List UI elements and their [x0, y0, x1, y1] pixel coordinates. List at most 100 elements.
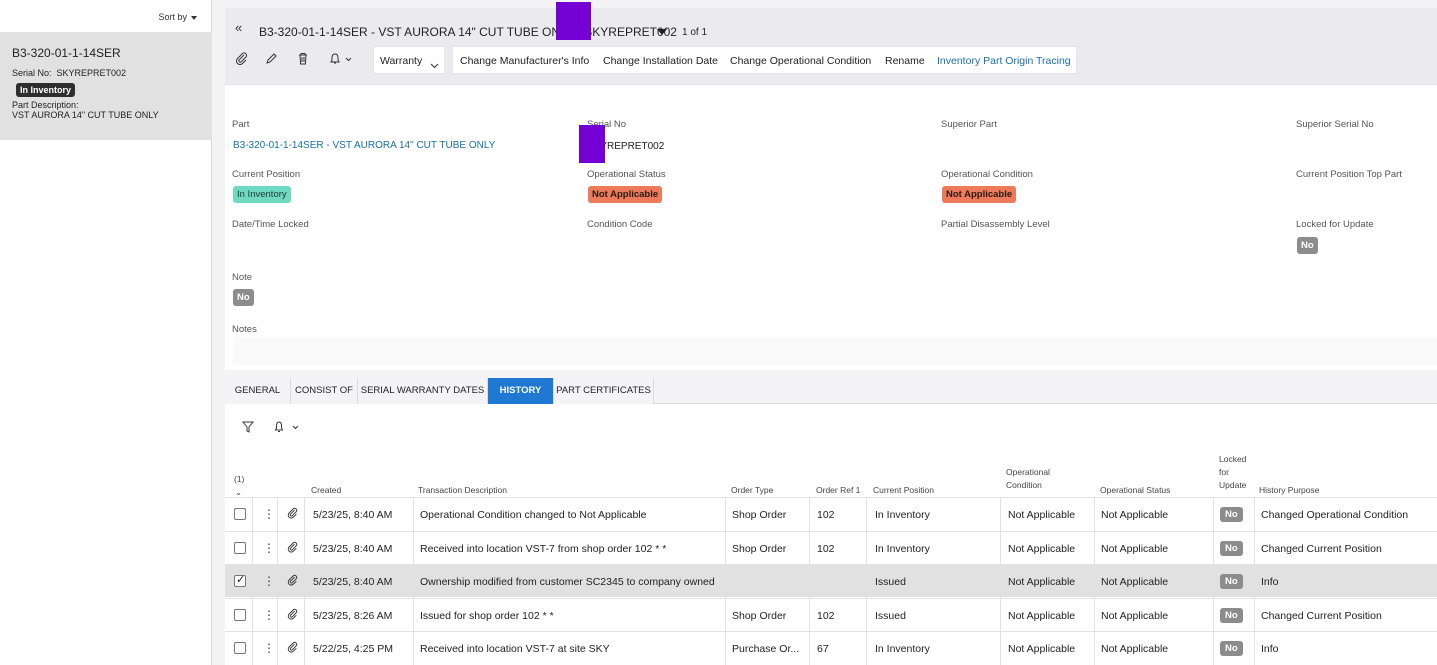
col-history-purpose[interactable]: History Purpose — [1259, 484, 1319, 497]
column-divider — [725, 632, 726, 665]
current-position-top-part-label: Current Position Top Part — [1296, 169, 1402, 180]
column-divider — [304, 632, 305, 665]
column-divider — [809, 498, 810, 531]
more-options-icon[interactable]: ⋮ — [263, 541, 275, 555]
notes-label: Notes — [232, 324, 257, 335]
change-installation-date-button[interactable]: Change Installation Date — [603, 55, 718, 67]
attachment-icon[interactable] — [287, 574, 298, 589]
column-divider — [1000, 531, 1001, 565]
more-options-icon[interactable]: ⋮ — [263, 641, 275, 655]
attachment-icon[interactable] — [287, 608, 298, 623]
sort-by-dropdown[interactable]: Sort by — [158, 12, 197, 22]
part-desc-value: VST AURORA 14" CUT TUBE ONLY — [12, 110, 159, 120]
note-label: Note — [232, 272, 253, 283]
row-checkbox[interactable] — [234, 642, 246, 654]
col-order-ref[interactable]: Order Ref 1 — [816, 484, 860, 497]
edit-pencil-icon[interactable] — [265, 52, 278, 68]
locked-for-update-badge: No — [1220, 574, 1243, 589]
column-divider — [725, 498, 726, 531]
notification-bell-icon[interactable] — [274, 421, 300, 436]
date-time-locked-label: Date/Time Locked — [232, 219, 309, 230]
col-operational-status[interactable]: Operational Status — [1100, 484, 1170, 497]
cell-operational-status: Not Applicable — [1101, 576, 1169, 588]
cell-history-purpose: Changed Current Position — [1261, 542, 1382, 555]
tab-serial-warranty-dates[interactable]: SERIAL WARRANTY DATES — [358, 378, 488, 404]
column-divider — [413, 498, 414, 531]
col-order-type[interactable]: Order Type — [731, 484, 773, 497]
cell-order-ref: 102 — [817, 509, 835, 521]
col-created[interactable]: Created — [311, 484, 341, 497]
table-row[interactable]: ⋮ 5/22/25, 4:25 PM Received into location … — [225, 631, 1437, 665]
column-divider — [1000, 565, 1001, 598]
column-divider — [277, 565, 278, 598]
cell-operational-status: Not Applicable — [1101, 609, 1169, 622]
column-divider — [866, 498, 867, 531]
tab-part-certificates[interactable]: PART CERTIFICATES — [554, 378, 654, 404]
cell-operational-condition: Not Applicable — [1008, 542, 1076, 555]
column-divider — [1254, 498, 1255, 531]
column-divider — [304, 565, 305, 598]
part-link[interactable]: B3-320-01-1-14SER - VST AURORA 14" CUT T… — [233, 140, 495, 151]
attachment-icon[interactable] — [287, 507, 298, 522]
col-operational-condition[interactable]: Operational Condition — [1006, 466, 1066, 492]
column-divider — [809, 632, 810, 665]
attachment-icon[interactable] — [235, 52, 248, 68]
table-row[interactable]: ⋮ 5/23/25, 8:40 AM Received into location … — [225, 530, 1437, 565]
column-divider — [725, 565, 726, 598]
row-checkbox[interactable] — [234, 508, 246, 520]
col-transaction-description[interactable]: Transaction Description — [418, 484, 507, 497]
row-checkbox[interactable] — [234, 541, 246, 554]
notification-bell-icon[interactable] — [329, 52, 353, 68]
more-options-icon[interactable]: ⋮ — [263, 574, 275, 588]
record-count: 1 of 1 — [682, 27, 708, 38]
cell-history-purpose: Changed Current Position — [1261, 609, 1382, 622]
table-row[interactable]: ⋮ 5/23/25, 8:40 AM Operational Condition c… — [225, 497, 1437, 531]
tab-general[interactable]: GENERAL — [225, 378, 291, 404]
action-button-group: Change Manufacturer's Info Change Instal… — [452, 46, 1077, 74]
cell-order-ref: 102 — [817, 609, 835, 622]
notes-field[interactable] — [233, 337, 1437, 365]
inventory-part-origin-tracing-link[interactable]: Inventory Part Origin Tracing — [937, 55, 1071, 67]
sort-by-label: Sort by — [158, 12, 187, 22]
note-badge: No — [233, 289, 254, 306]
row-checkbox[interactable] — [234, 608, 246, 621]
cell-operational-condition: Not Applicable — [1008, 576, 1076, 588]
chevron-down-icon — [191, 15, 197, 20]
cell-created: 5/23/25, 8:40 AM — [313, 542, 393, 555]
sidebar: Sort by B3-320-01-1-14SER Serial No: SKY… — [0, 0, 212, 665]
column-divider — [252, 565, 253, 598]
more-options-icon[interactable]: ⋮ — [263, 507, 275, 521]
cell-order-type: Shop Order — [732, 542, 787, 555]
column-divider — [866, 598, 867, 632]
tab-history[interactable]: HISTORY — [488, 378, 554, 404]
col-current-position[interactable]: Current Position — [873, 484, 934, 497]
cell-operational-condition: Not Applicable — [1008, 643, 1076, 655]
locked-for-update-badge: No — [1220, 507, 1243, 522]
redaction-block — [556, 2, 591, 40]
cell-order-type: Purchase Or... — [732, 643, 800, 655]
column-divider — [1213, 498, 1214, 531]
cell-transaction-description: Operational Condition changed to Not App… — [420, 509, 647, 521]
title-dropdown-icon[interactable] — [657, 29, 667, 35]
double-chevron-left-icon[interactable]: « — [235, 20, 242, 35]
delete-trash-icon[interactable] — [297, 52, 309, 68]
table-row[interactable]: ⋮ 5/23/25, 8:40 AM Ownership modified from… — [225, 564, 1437, 598]
column-divider — [866, 632, 867, 665]
attachment-icon[interactable] — [287, 541, 298, 556]
locked-for-update-badge: No — [1220, 607, 1243, 623]
rename-button[interactable]: Rename — [885, 55, 925, 67]
change-manufacturer-button[interactable]: Change Manufacturer's Info — [460, 55, 589, 67]
table-row[interactable]: ⋮ 5/23/25, 8:26 AM Issued for shop order 1… — [225, 597, 1437, 632]
attachment-icon[interactable] — [287, 641, 298, 656]
warranty-label: Warranty — [380, 55, 423, 67]
filter-icon[interactable] — [241, 421, 255, 436]
sidebar-record-card[interactable]: B3-320-01-1-14SER Serial No: SKYREPRET00… — [0, 32, 212, 140]
column-divider — [1254, 531, 1255, 565]
more-options-icon[interactable]: ⋮ — [263, 608, 275, 622]
tab-consist-of[interactable]: CONSIST OF — [291, 378, 358, 404]
column-divider — [277, 531, 278, 565]
warranty-dropdown[interactable]: Warranty — [373, 46, 445, 74]
row-checkbox[interactable] — [234, 573, 246, 587]
col-locked-for-update[interactable]: Locked for Update — [1219, 453, 1253, 492]
change-operational-condition-button[interactable]: Change Operational Condition — [730, 55, 871, 67]
